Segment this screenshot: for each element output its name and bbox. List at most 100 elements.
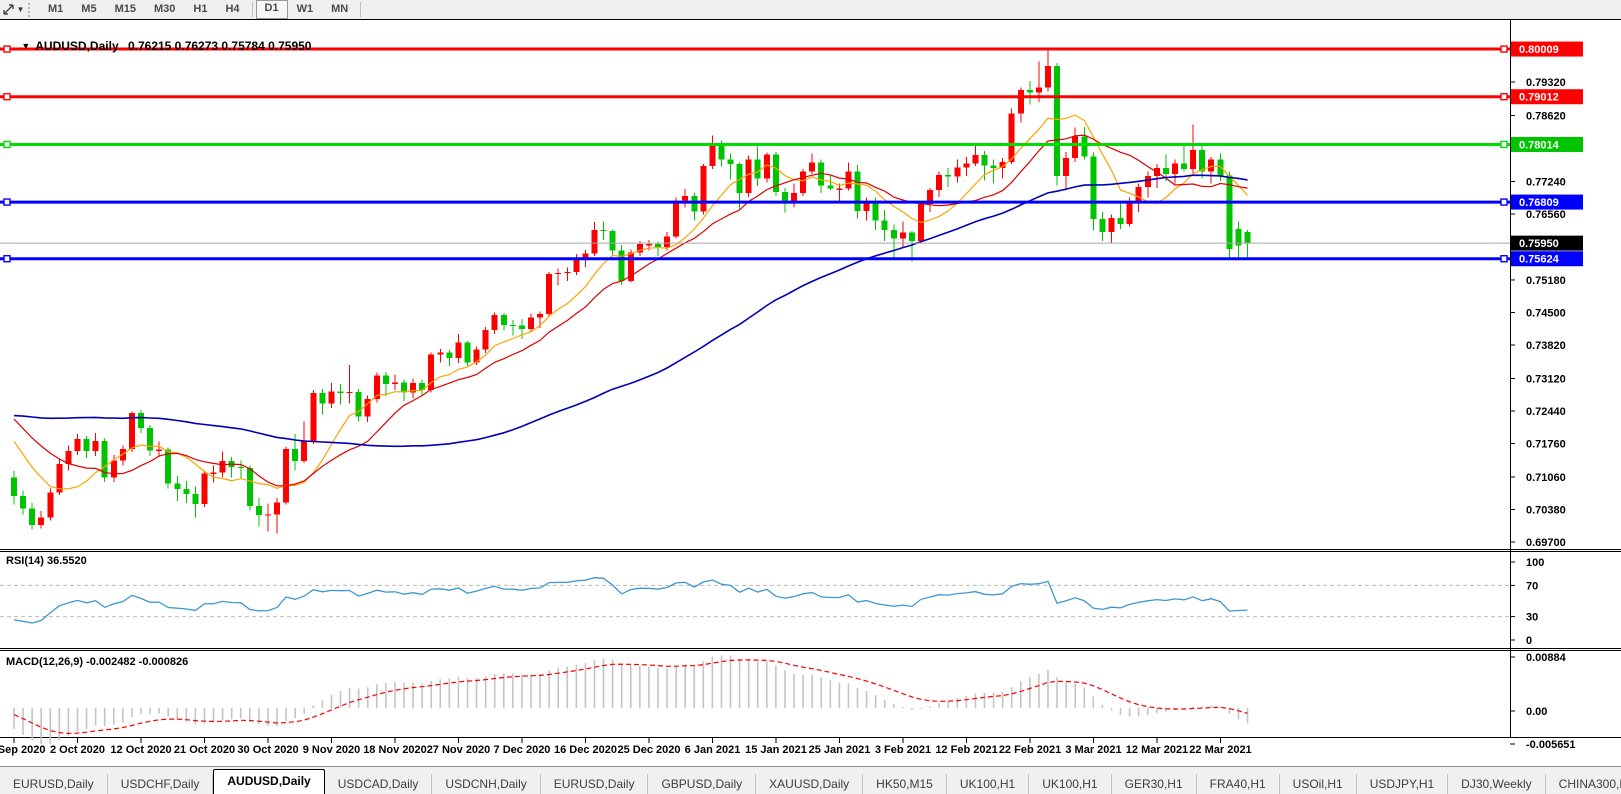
candle-body <box>337 391 344 393</box>
candle-body <box>645 244 652 246</box>
price-badge-label: 0.78014 <box>1519 139 1560 151</box>
date-axis-label: 9 Nov 2020 <box>303 744 360 756</box>
candle-body <box>319 392 326 404</box>
hline-anchor-left[interactable] <box>3 140 11 149</box>
date-axis-label: 12 Mar 2021 <box>1126 744 1188 756</box>
hline-anchor-left[interactable] <box>3 93 11 101</box>
candle-body <box>1090 156 1097 220</box>
chart-tab-uk100-h1[interactable]: UK100,H1 <box>947 774 1030 794</box>
candle-body <box>890 230 897 239</box>
candle-body <box>573 259 580 272</box>
macd-axis-label: 0.00884 <box>1526 652 1567 664</box>
candle-body <box>137 412 144 429</box>
candle-body <box>1117 217 1124 225</box>
chart-tab-dj30-weekly[interactable]: DJ30,Weekly <box>1448 774 1546 794</box>
date-axis-label: 3 Feb 2021 <box>875 744 931 756</box>
date-axis-label: 21 Oct 2020 <box>174 744 235 756</box>
date-axis-label: 12 Feb 2021 <box>935 744 997 756</box>
ma-fast-line <box>13 114 1248 490</box>
candle-body <box>237 466 244 469</box>
candle-body <box>945 174 952 177</box>
candle-body <box>1108 217 1115 233</box>
candle-body <box>1181 163 1188 170</box>
candle-body <box>446 352 453 358</box>
candle-body <box>537 313 544 318</box>
price-badge-label: 0.76809 <box>1519 197 1559 209</box>
price-axis-label: 0.74500 <box>1526 307 1566 319</box>
candle-body <box>509 324 516 327</box>
price-axis-label: 0.70380 <box>1526 504 1566 516</box>
candle-body <box>1162 168 1169 174</box>
chart-tab-fra40-h1[interactable]: FRA40,H1 <box>1197 774 1280 794</box>
rsi-axis-label: 30 <box>1526 612 1538 624</box>
candle-body <box>437 352 444 355</box>
chart-tab-eurusd-daily[interactable]: EURUSD,Daily <box>0 774 108 794</box>
chart-tab-uk100-h1[interactable]: UK100,H1 <box>1029 774 1112 794</box>
ma-mid-line <box>13 134 1248 487</box>
hline-anchor-left[interactable] <box>3 198 11 206</box>
candle-body <box>83 439 90 452</box>
date-axis-label: 23 Sep 2020 <box>0 744 46 756</box>
candle-body <box>192 494 199 505</box>
candle-body <box>1081 136 1088 157</box>
chart-tab-china300-h1[interactable]: CHINA300,H1 <box>1546 774 1621 794</box>
date-axis-label: 12 Oct 2020 <box>110 744 171 756</box>
candle-body <box>1171 163 1178 174</box>
collapse-triangle-icon[interactable]: ▼ <box>21 41 30 51</box>
hline-anchor-right[interactable] <box>1500 140 1508 149</box>
hline-anchor-right[interactable] <box>1500 198 1508 206</box>
hline-anchor-left[interactable] <box>3 255 11 263</box>
chart-tab-ger30-h1[interactable]: GER30,H1 <box>1112 774 1197 794</box>
chart-tab-eurusd-daily[interactable]: EURUSD,Daily <box>541 774 649 794</box>
candle-body <box>1035 87 1042 93</box>
candle-body <box>854 171 861 212</box>
price-axis-label: 0.76560 <box>1526 209 1566 221</box>
candle-body <box>283 449 290 503</box>
candle-body <box>1190 149 1197 170</box>
price-axis-label: 0.73820 <box>1526 340 1566 352</box>
candle-body <box>1144 176 1151 188</box>
candle-body <box>310 392 317 442</box>
candle-body <box>881 220 888 231</box>
candle-body <box>981 155 988 166</box>
candle-body <box>382 375 389 385</box>
hline-anchor-right[interactable] <box>1500 255 1508 263</box>
candle-body <box>618 250 625 281</box>
chart-tab-usoil-h1[interactable]: USOil,H1 <box>1280 774 1357 794</box>
candle-body <box>1244 232 1251 244</box>
hline-anchor-right[interactable] <box>1500 93 1508 101</box>
chart-tab-hk50-m15[interactable]: HK50,M15 <box>863 774 947 794</box>
price-axis-label: 0.69700 <box>1526 537 1566 549</box>
candle-body <box>1217 159 1224 176</box>
candle-body <box>800 171 807 193</box>
candle-body <box>754 159 761 179</box>
date-axis-label: 25 Jan 2021 <box>809 744 871 756</box>
candle-body <box>691 195 698 212</box>
chart-tab-gbpusd-daily[interactable]: GBPUSD,Daily <box>648 774 757 794</box>
symbol-title: AUDUSD,Daily <box>35 39 119 53</box>
chart-tab-usdcad-daily[interactable]: USDCAD,Daily <box>325 774 433 794</box>
candle-body <box>74 439 81 452</box>
candle-body <box>872 202 879 221</box>
candle-body <box>555 272 562 275</box>
candle-body <box>210 472 217 474</box>
candle-body <box>1054 66 1061 177</box>
candle-body <box>491 314 498 331</box>
candle-body <box>682 195 689 201</box>
chart-tab-xauusd-daily[interactable]: XAUUSD,Daily <box>756 774 864 794</box>
chart-tab-audusd-daily[interactable]: AUDUSD,Daily <box>213 769 325 794</box>
price-axis-label: 0.71760 <box>1526 438 1566 450</box>
chart-canvas[interactable]: 0.793200.786200.779400.772400.765600.758… <box>0 0 1621 794</box>
candle-body <box>482 330 489 350</box>
candle-body <box>38 517 45 525</box>
chart-tab-usdjpy-h1[interactable]: USDJPY,H1 <box>1357 774 1449 794</box>
candle-body <box>255 506 262 516</box>
chart-tab-usdcnh-daily[interactable]: USDCNH,Daily <box>432 774 541 794</box>
chart-tab-usdchf-daily[interactable]: USDCHF,Daily <box>108 774 214 794</box>
candle-body <box>246 467 253 507</box>
candle-body <box>972 155 979 164</box>
candle-body <box>745 159 752 193</box>
rsi-indicator-label: RSI(14) 36.5520 <box>6 555 87 567</box>
candle-body <box>718 143 725 160</box>
hline-anchor-right[interactable] <box>1500 45 1508 53</box>
